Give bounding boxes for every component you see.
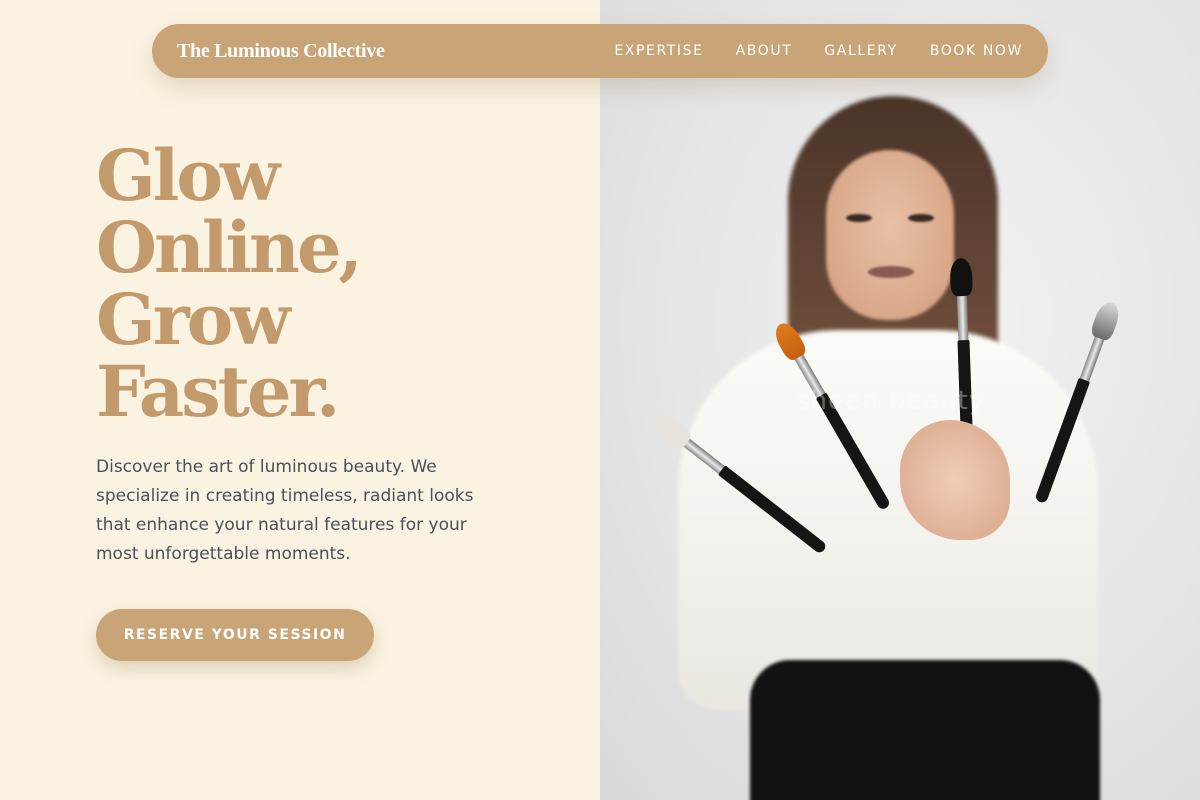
hero-description: Discover the art of luminous beauty. We … — [96, 457, 474, 564]
hero-photo: sheen beauty — [600, 0, 1200, 800]
nav-link-gallery[interactable]: GALLERY — [824, 43, 897, 59]
image-watermark: sheen beauty — [796, 386, 986, 416]
navbar: The Luminous Collective EXPERTISE ABOUT … — [152, 24, 1048, 78]
face — [826, 150, 954, 320]
lips — [868, 266, 914, 278]
headline-line: Faster. — [96, 350, 340, 433]
nav-links: EXPERTISE ABOUT GALLERY BOOK NOW — [614, 43, 1023, 59]
nav-link-expertise[interactable]: EXPERTISE — [614, 43, 703, 59]
reserve-session-button[interactable]: RESERVE YOUR SESSION — [96, 609, 374, 661]
nav-link-about[interactable]: ABOUT — [736, 43, 793, 59]
hand — [900, 420, 1010, 540]
black-pants — [750, 660, 1100, 800]
right-eye — [908, 214, 934, 222]
brand-logo[interactable]: The Luminous Collective — [177, 40, 385, 63]
nav-link-book-now[interactable]: BOOK NOW — [930, 43, 1023, 59]
headline-line: Grow — [96, 278, 291, 361]
headline-line: Online, — [96, 206, 363, 289]
hero-headline: Glow Online, Grow Faster. — [96, 140, 566, 428]
headline-line: Glow — [96, 134, 280, 217]
left-eye — [846, 214, 872, 222]
